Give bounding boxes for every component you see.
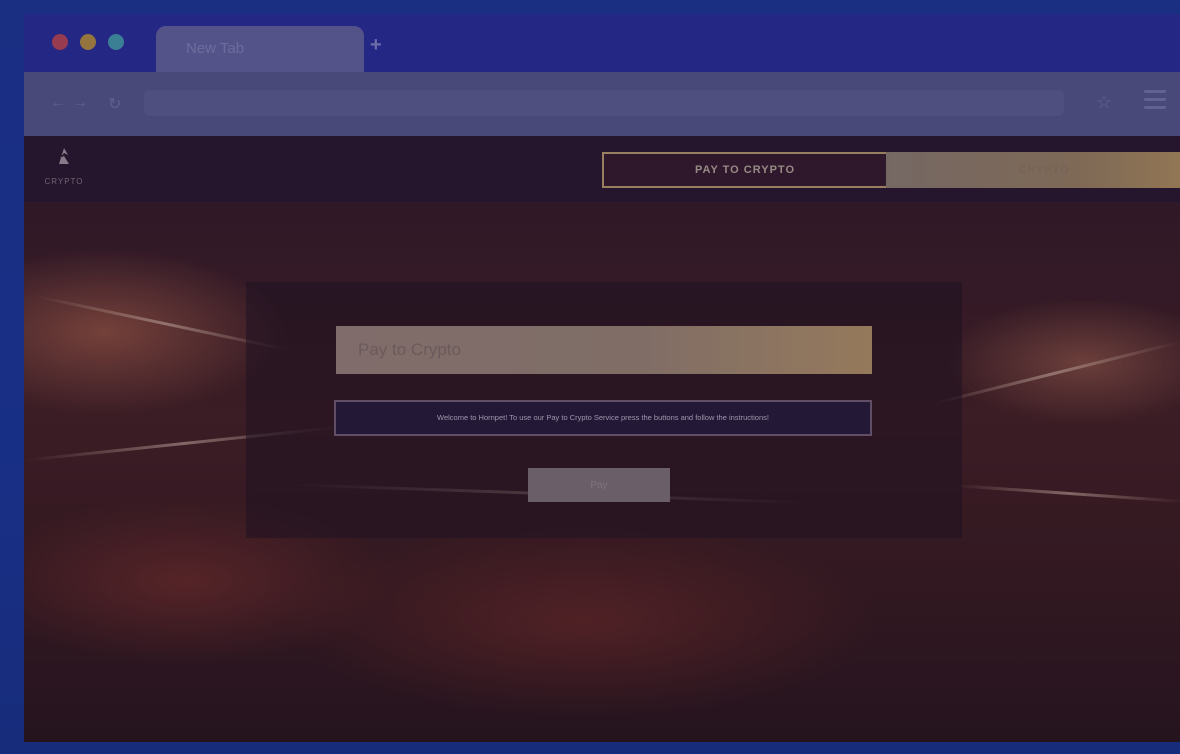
browser-window: New Tab + ← → ↻ ☆ CRYPTO PAY TO CRYPTO C… (24, 14, 1180, 742)
close-window-icon[interactable] (52, 34, 68, 50)
form-title: Pay to Crypto (336, 326, 872, 374)
header-tabs: PAY TO CRYPTO CRYPTO (602, 152, 1180, 188)
browser-tab-bar: New Tab + (24, 14, 1180, 72)
back-arrow-icon[interactable]: ← (50, 94, 66, 112)
url-input[interactable] (144, 90, 1064, 116)
logo-text: CRYPTO (44, 177, 84, 186)
tab-crypto[interactable]: CRYPTO (886, 152, 1180, 188)
reload-icon[interactable]: ↻ (108, 94, 121, 114)
logo-mark-icon (59, 148, 69, 164)
site-logo[interactable]: CRYPTO (38, 146, 90, 186)
light-streak (927, 340, 1180, 407)
tab-pay-to-crypto[interactable]: PAY TO CRYPTO (602, 152, 888, 188)
browser-tab[interactable]: New Tab (156, 26, 364, 72)
pay-button[interactable]: Pay (528, 468, 670, 502)
new-tab-button[interactable]: + (370, 34, 382, 57)
browser-address-bar: ← → ↻ ☆ (24, 72, 1180, 136)
hamburger-menu-icon[interactable] (1144, 90, 1166, 112)
hero-background: Pay to Crypto Welcome to Hornpet! To use… (24, 202, 1180, 742)
maximize-window-icon[interactable] (108, 34, 124, 50)
light-streak (954, 483, 1180, 504)
pay-panel: Pay to Crypto Welcome to Hornpet! To use… (246, 282, 962, 538)
bookmark-star-icon[interactable]: ☆ (1096, 92, 1112, 113)
browser-tab-title: New Tab (186, 40, 245, 57)
minimize-window-icon[interactable] (80, 34, 96, 50)
welcome-message: Welcome to Hornpet! To use our Pay to Cr… (334, 400, 872, 436)
forward-arrow-icon[interactable]: → (72, 94, 88, 112)
site-header: CRYPTO PAY TO CRYPTO CRYPTO (24, 136, 1180, 202)
